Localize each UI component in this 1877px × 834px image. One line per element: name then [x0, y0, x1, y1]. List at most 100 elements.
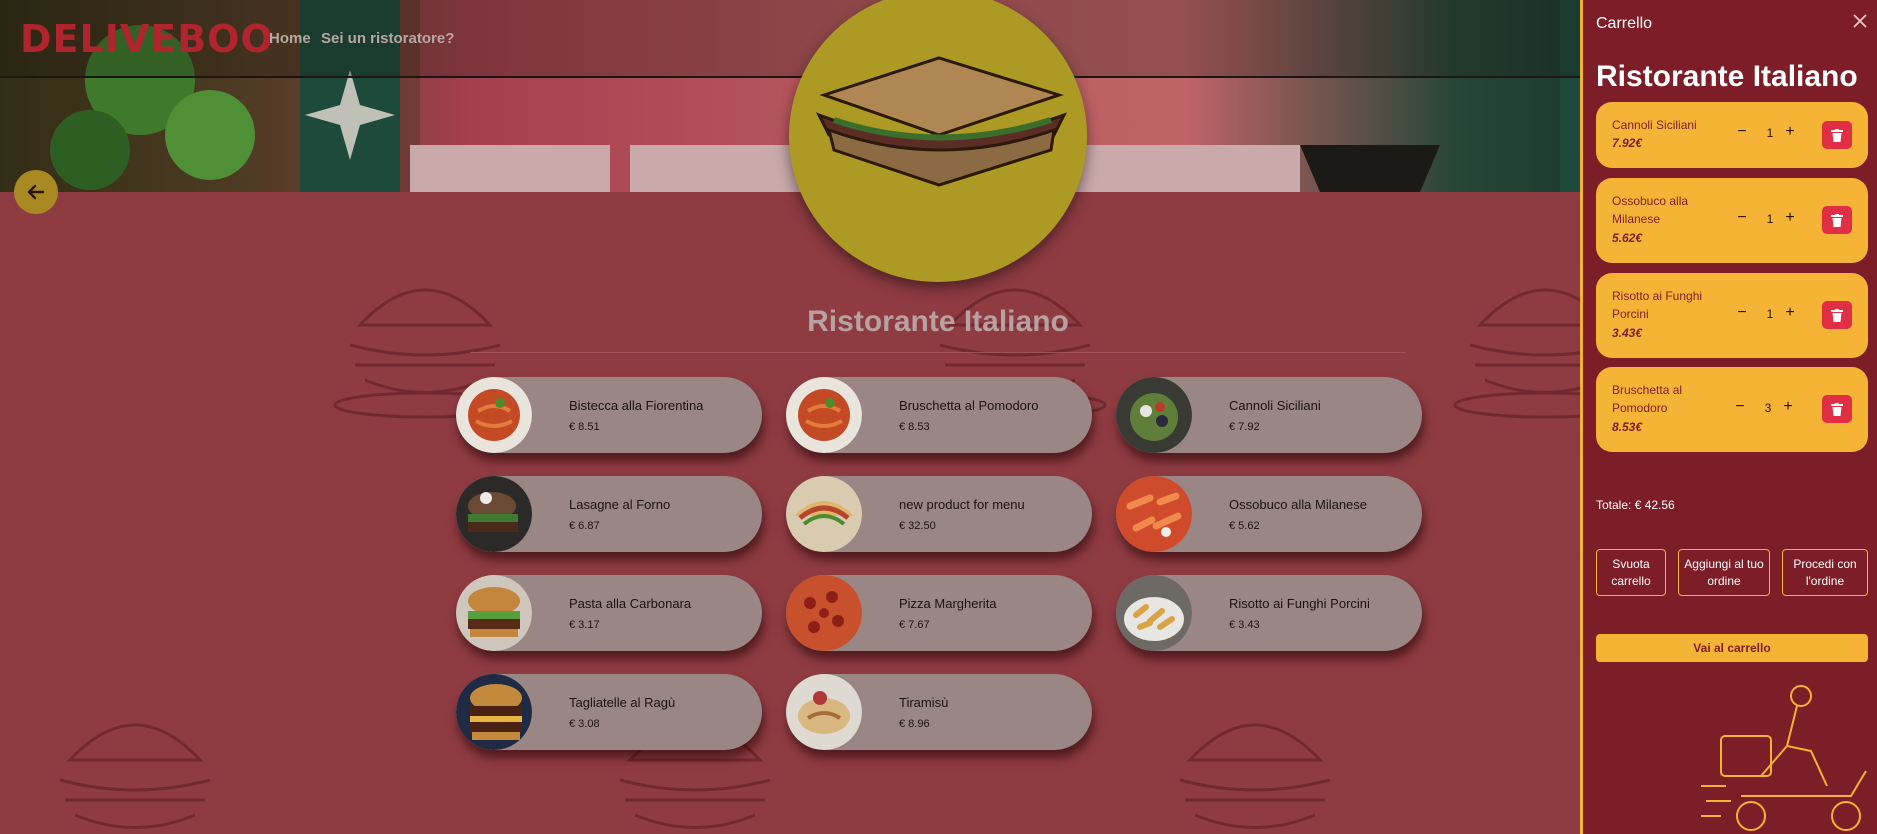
- pizza-icon: [786, 575, 862, 651]
- cart-item-name: Risotto ai Funghi Porcini: [1612, 289, 1703, 321]
- delete-button[interactable]: [1822, 206, 1852, 234]
- cart-item-price: 7.92€: [1612, 136, 1643, 150]
- product-card[interactable]: Bruschetta al Pomodoro € 8.53: [786, 377, 1092, 453]
- product-price: € 8.53: [899, 421, 930, 433]
- trash-icon: [1831, 213, 1843, 227]
- decrease-button[interactable]: −: [1733, 398, 1747, 416]
- deliveboo-logo[interactable]: DELIVEBOO: [20, 17, 274, 61]
- increase-button[interactable]: +: [1783, 304, 1797, 322]
- quantity-value: 1: [1766, 307, 1774, 321]
- pasta-icon: [786, 377, 862, 453]
- product-card[interactable]: new product for menu € 32.50: [786, 476, 1092, 552]
- product-price: € 7.67: [899, 619, 930, 631]
- product-card[interactable]: Bistecca alla Fiorentina € 8.51: [456, 377, 762, 453]
- arrow-left-icon: [27, 184, 45, 200]
- product-card[interactable]: Tiramisù € 8.96: [786, 674, 1092, 750]
- delivery-scooter-icon: [1701, 685, 1867, 831]
- salad-icon: [1116, 377, 1192, 453]
- taco-icon: [786, 476, 862, 552]
- nav-link-home[interactable]: Home: [269, 30, 311, 47]
- close-icon: [1853, 14, 1867, 28]
- product-card[interactable]: Cannoli Siciliani € 7.92: [1116, 377, 1422, 453]
- title-divider: [470, 352, 1406, 353]
- product-name: new product for menu: [899, 497, 1025, 512]
- cart-drawer: Carrello Ristorante Italiano Cannoli Sic…: [1580, 0, 1877, 834]
- product-price: € 3.43: [1229, 619, 1260, 631]
- fries-icon: [1116, 575, 1192, 651]
- product-price: € 32.50: [899, 520, 936, 532]
- trash-icon: [1831, 308, 1843, 322]
- proceed-order-button[interactable]: Procedi con l'ordine: [1782, 549, 1868, 596]
- add-to-order-button[interactable]: Aggiungi al tuo ordine: [1678, 549, 1770, 596]
- cart-item-price: 5.62€: [1612, 231, 1643, 245]
- product-price: € 3.17: [569, 619, 600, 631]
- cart-total: Totale: € 42.56: [1596, 498, 1675, 512]
- product-price: € 5.62: [1229, 520, 1260, 532]
- product-price: € 7.92: [1229, 421, 1260, 433]
- product-name: Bistecca alla Fiorentina: [569, 398, 704, 413]
- nav-link-restaurateur[interactable]: Sei un ristoratore?: [321, 30, 454, 47]
- increase-button[interactable]: +: [1783, 123, 1797, 141]
- cart-item: Ossobuco alla Milanese 5.62€ − 1 +: [1596, 178, 1868, 263]
- cart-restaurant-name: Ristorante Italiano: [1596, 60, 1858, 93]
- product-card[interactable]: Tagliatelle al Ragù € 3.08: [456, 674, 762, 750]
- decrease-button[interactable]: −: [1735, 123, 1749, 141]
- burger-doodle-icon: [1453, 288, 1580, 419]
- restaurant-title: Ristorante Italiano: [807, 305, 1069, 338]
- product-card[interactable]: Lasagne al Forno € 6.87: [456, 476, 762, 552]
- restaurant-page: DELIVEBOO Home Sei un ristoratore? Risto…: [0, 0, 1580, 834]
- back-button[interactable]: [14, 170, 58, 214]
- product-name: Lasagne al Forno: [569, 497, 671, 512]
- delete-button[interactable]: [1822, 395, 1852, 423]
- quantity-value: 3: [1764, 401, 1772, 415]
- product-name: Ossobuco alla Milanese: [1229, 497, 1368, 512]
- product-price: € 3.08: [569, 718, 600, 730]
- close-button[interactable]: [1853, 12, 1867, 33]
- product-name: Bruschetta al Pomodoro: [899, 398, 1039, 413]
- product-card[interactable]: Ossobuco alla Milanese € 5.62: [1116, 476, 1422, 552]
- product-price: € 8.96: [899, 718, 930, 730]
- burger-icon: [456, 476, 532, 552]
- burger-doodle-icon: [1179, 723, 1331, 829]
- delete-button[interactable]: [1822, 121, 1852, 149]
- cart-item: Cannoli Siciliani 7.92€ − 1 +: [1596, 102, 1868, 168]
- cart-item: Bruschetta al Pomodoro 8.53€ − 3 +: [1596, 367, 1868, 452]
- decrease-button[interactable]: −: [1735, 304, 1749, 322]
- empty-cart-button[interactable]: Svuota carrello: [1596, 549, 1666, 596]
- product-card[interactable]: Risotto ai Funghi Porcini € 3.43: [1116, 575, 1422, 651]
- cart-item-name: Ossobuco alla Milanese: [1612, 194, 1689, 226]
- decrease-button[interactable]: −: [1735, 209, 1749, 227]
- pasta-icon: [456, 377, 532, 453]
- cart-item-name: Bruschetta al Pomodoro: [1612, 383, 1683, 415]
- product-card[interactable]: Pizza Margherita € 7.67: [786, 575, 1092, 651]
- product-price: € 8.51: [569, 421, 600, 433]
- product-card[interactable]: Pasta alla Carbonara € 3.17: [456, 575, 762, 651]
- cart-item-price: 8.53€: [1612, 420, 1643, 434]
- increase-button[interactable]: +: [1783, 209, 1797, 227]
- burger-icon: [456, 674, 532, 750]
- trash-icon: [1831, 128, 1843, 142]
- trash-icon: [1831, 402, 1843, 416]
- cart-item-name: Cannoli Siciliani: [1612, 118, 1697, 132]
- quantity-value: 1: [1766, 212, 1774, 226]
- product-name: Cannoli Siciliani: [1229, 398, 1321, 413]
- burger-icon: [456, 575, 532, 651]
- product-name: Pizza Margherita: [899, 596, 997, 611]
- product-name: Pasta alla Carbonara: [569, 596, 692, 611]
- cart-item-price: 3.43€: [1612, 326, 1643, 340]
- product-name: Risotto ai Funghi Porcini: [1229, 596, 1370, 611]
- sandwich-icon: [815, 56, 1068, 187]
- product-price: € 6.87: [569, 520, 600, 532]
- delete-button[interactable]: [1822, 301, 1852, 329]
- penne-icon: [1116, 476, 1192, 552]
- quantity-value: 1: [1766, 126, 1774, 140]
- product-name: Tiramisù: [899, 695, 949, 710]
- restaurant-logo: [789, 0, 1087, 282]
- product-name: Tagliatelle al Ragù: [569, 695, 676, 710]
- cart-title: Carrello: [1596, 15, 1653, 32]
- burger-doodle-icon: [59, 723, 211, 829]
- dish-icon: [786, 674, 862, 750]
- go-to-cart-button[interactable]: Vai al carrello: [1596, 634, 1868, 662]
- cart-item: Risotto ai Funghi Porcini 3.43€ − 1 +: [1596, 273, 1868, 358]
- increase-button[interactable]: +: [1781, 398, 1795, 416]
